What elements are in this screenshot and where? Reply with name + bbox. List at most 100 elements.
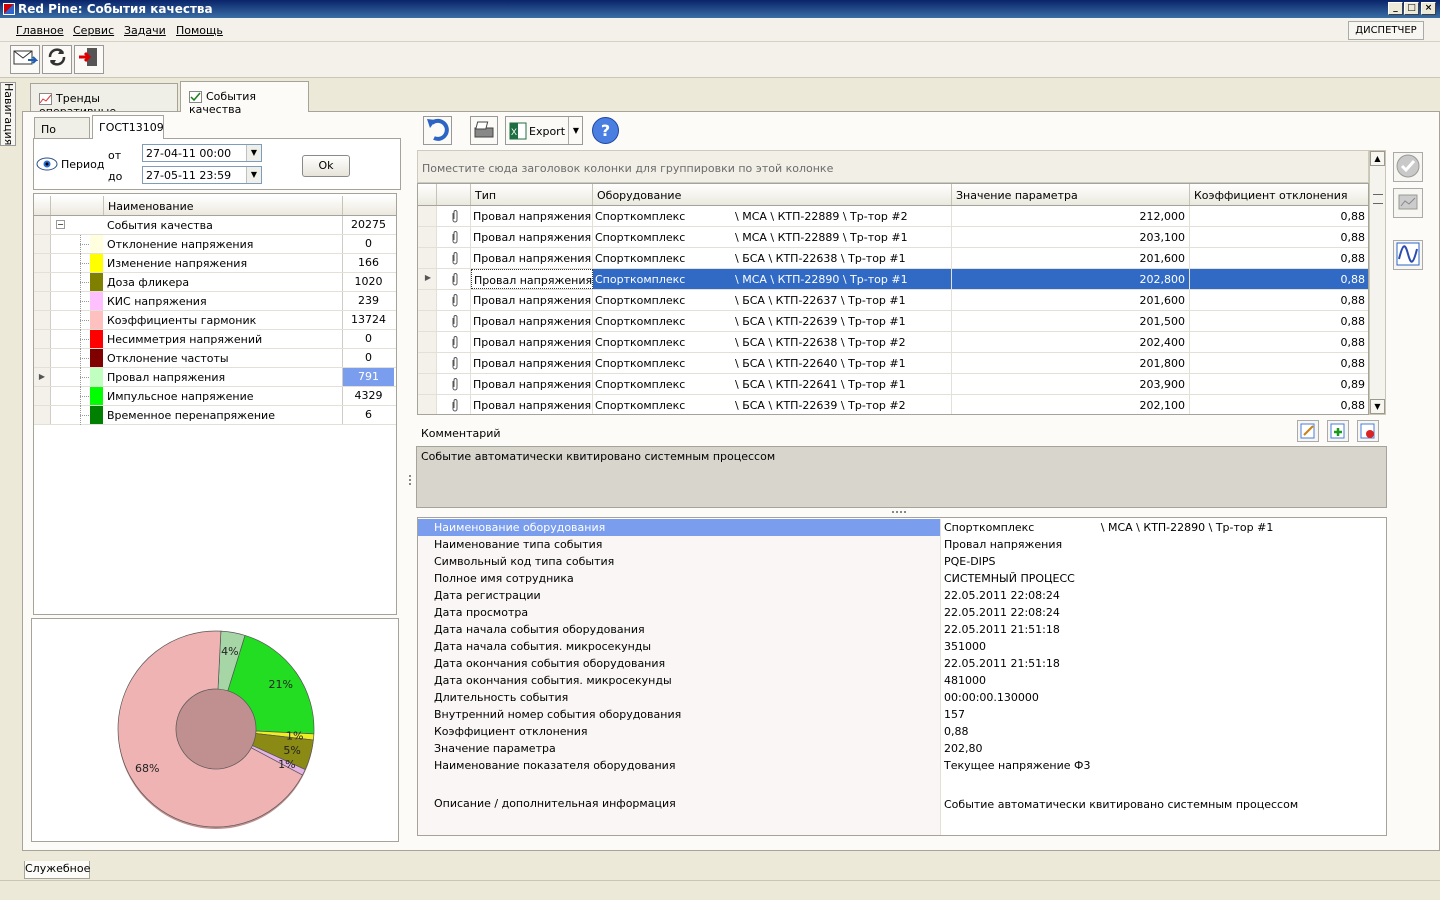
subtab-gost[interactable]: ГОСТ13109 [92,115,164,139]
navigation-tab[interactable]: Навигация [0,82,16,146]
group-by-area[interactable]: Поместите сюда заголовок колонки для гру… [417,150,1369,183]
tree-item-count: 0 [342,330,394,348]
property-row[interactable]: Внутренний номер события оборудования 157 [418,706,1386,723]
tree-row[interactable]: Отклонение частоты 0 [34,349,396,368]
property-row[interactable]: Дата регистрации 22.05.2011 22:08:24 [418,587,1386,604]
from-label: от [108,149,122,162]
tree-row[interactable]: Коэффициенты гармоник 13724 [34,311,396,330]
tree-row-root[interactable]: − События качества 20275 [34,216,396,235]
help-button[interactable]: ? [591,116,620,145]
table-row[interactable]: Провал напряжения Спорткомплекс \ БСА \ КТ… [418,353,1368,374]
property-row[interactable]: Дата начала события оборудования 22.05.20… [418,621,1386,638]
tree-row[interactable]: ▶ Провал напряжения 791 [34,368,396,387]
column-chooser-icon[interactable] [1373,194,1383,204]
menu-main[interactable]: Главное [16,24,64,37]
menu-service[interactable]: Сервис [73,24,114,37]
table-row[interactable]: Провал напряжения Спорткомплекс \ МСА \ КТ… [418,227,1368,248]
undo-button[interactable] [423,116,452,145]
tree-row[interactable]: КИС напряжения 239 [34,292,396,311]
property-row[interactable]: Дата начала события. микросекунды 351000 [418,638,1386,655]
maximize-button[interactable]: □ [1404,2,1419,15]
to-date-field[interactable]: 27-05-11 23:59 ▼ [142,166,262,184]
property-row[interactable]: Дата окончания события. микросекунды 4810… [418,672,1386,689]
property-row[interactable]: Символьный код типа события PQE-DIPS [418,553,1386,570]
check-icon [1396,154,1420,178]
grid-header-value[interactable]: Значение параметра [952,184,1190,205]
table-row[interactable]: Провал напряжения Спорткомплекс \ БСА \ КТ… [418,332,1368,353]
minimize-button[interactable]: _ [1388,2,1403,15]
paperclip-icon[interactable] [437,395,471,414]
scroll-up-icon[interactable]: ▲ [1370,151,1385,166]
tree-row[interactable]: Изменение напряжения 166 [34,254,396,273]
comment-text[interactable]: Событие автоматически квитировано систем… [416,446,1387,508]
tree-row[interactable]: Временное перенапряжение 6 [34,406,396,425]
exit-button[interactable] [74,45,104,74]
table-row[interactable]: Провал напряжения Спорткомплекс \ БСА \ КТ… [418,311,1368,332]
paperclip-icon[interactable] [437,311,471,331]
pie-chart: 4%21%1%5%1%68% [117,630,315,829]
table-row[interactable]: Провал напряжения Спорткомплекс \ БСА \ КТ… [418,374,1368,395]
tree-row[interactable]: Отклонение напряжения 0 [34,235,396,254]
property-row[interactable]: Коэффициент отклонения 0,88 [418,723,1386,740]
report-button[interactable] [1393,188,1423,218]
menu-tasks[interactable]: Задачи [124,24,166,37]
property-row[interactable]: Длительность события 00:00:00.130000 [418,689,1386,706]
table-row[interactable]: ▶ Провал напряжения Спорткомплекс \ МСА \ К… [418,269,1368,290]
property-row[interactable]: Наименование показателя оборудования Теку… [418,757,1386,774]
grid-scrollbar[interactable]: ▲ ▼ [1369,150,1386,415]
from-date-field[interactable]: 27-04-11 00:00 ▼ [142,144,262,162]
grid-header-type[interactable]: Тип [471,184,593,205]
property-row[interactable]: Полное имя сотрудника СИСТЕМНЫЙ ПРОЦЕСС [418,570,1386,587]
chevron-down-icon[interactable]: ▼ [568,117,583,144]
paperclip-icon[interactable] [437,353,471,373]
refresh-button[interactable] [42,45,72,74]
service-tab[interactable]: Служебное [24,861,90,879]
grid-header-coef[interactable]: Коэффициент отклонения [1190,184,1368,205]
add-comment-button[interactable] [1327,420,1349,442]
dispatcher-button[interactable]: ДИСПЕТЧЕР [1348,21,1424,40]
oscillogram-button[interactable] [1393,240,1423,270]
chevron-down-icon[interactable]: ▼ [246,167,261,183]
edit-comment-button[interactable] [1297,420,1319,442]
paperclip-icon[interactable] [437,332,471,352]
collapse-icon[interactable]: − [56,220,65,229]
export-button[interactable]: X Export ▼ [505,116,583,145]
table-row[interactable]: Провал напряжения Спорткомплекс \ БСА \ КТ… [418,248,1368,269]
paperclip-icon[interactable] [437,206,471,226]
ok-button[interactable]: Ok [302,155,350,177]
table-row[interactable]: Провал напряжения Спорткомплекс \ МСА \ КТ… [418,206,1368,227]
acknowledge-button[interactable] [1393,152,1423,182]
tab-trends[interactable]: Тренды оперативные [30,83,178,118]
tree-row[interactable]: Несимметрия напряжений 0 [34,330,396,349]
paperclip-icon[interactable] [437,374,471,394]
tree-item-label: Изменение напряжения [107,257,248,270]
tree-row[interactable]: Доза фликера 1020 [34,273,396,292]
cell-type: Провал напряжения [471,374,593,394]
menu-help[interactable]: Помощь [176,24,223,37]
paperclip-icon[interactable] [437,248,471,268]
scroll-down-icon[interactable]: ▼ [1370,399,1385,414]
grid-header-equipment[interactable]: Оборудование [593,184,952,205]
property-row[interactable]: Наименование оборудования Спорткомплекс \… [418,519,1386,536]
subtab-by-date[interactable]: По дате [34,117,90,149]
property-row[interactable]: Дата окончания события оборудования 22.05… [418,655,1386,672]
paperclip-icon[interactable] [437,227,471,247]
delete-comment-button[interactable] [1357,420,1379,442]
chevron-down-icon[interactable]: ▼ [246,145,261,161]
cell-equipment-path: \ БСА \ КТП-22641 \ Тр-тор #1 [733,374,952,394]
property-row[interactable]: Значение параметра 202,80 [418,740,1386,757]
table-row[interactable]: Провал напряжения Спорткомплекс \ БСА \ КТ… [418,290,1368,311]
paperclip-icon[interactable] [437,269,471,289]
print-button[interactable] [470,116,498,145]
horizontal-splitter-grip[interactable] [890,509,910,515]
tree-row[interactable]: Импульсное напряжение 4329 [34,387,396,406]
tab-quality-events[interactable]: События качества [180,81,309,116]
property-label: Внутренний номер события оборудования [418,706,941,723]
table-row[interactable]: Провал напряжения Спорткомплекс \ БСА \ КТ… [418,395,1368,414]
close-button[interactable]: × [1421,2,1436,15]
vertical-splitter[interactable] [406,113,414,846]
paperclip-icon[interactable] [437,290,471,310]
property-row[interactable]: Наименование типа события Провал напряжен… [418,536,1386,553]
mail-button[interactable] [10,45,40,74]
property-row[interactable]: Дата просмотра 22.05.2011 22:08:24 [418,604,1386,621]
